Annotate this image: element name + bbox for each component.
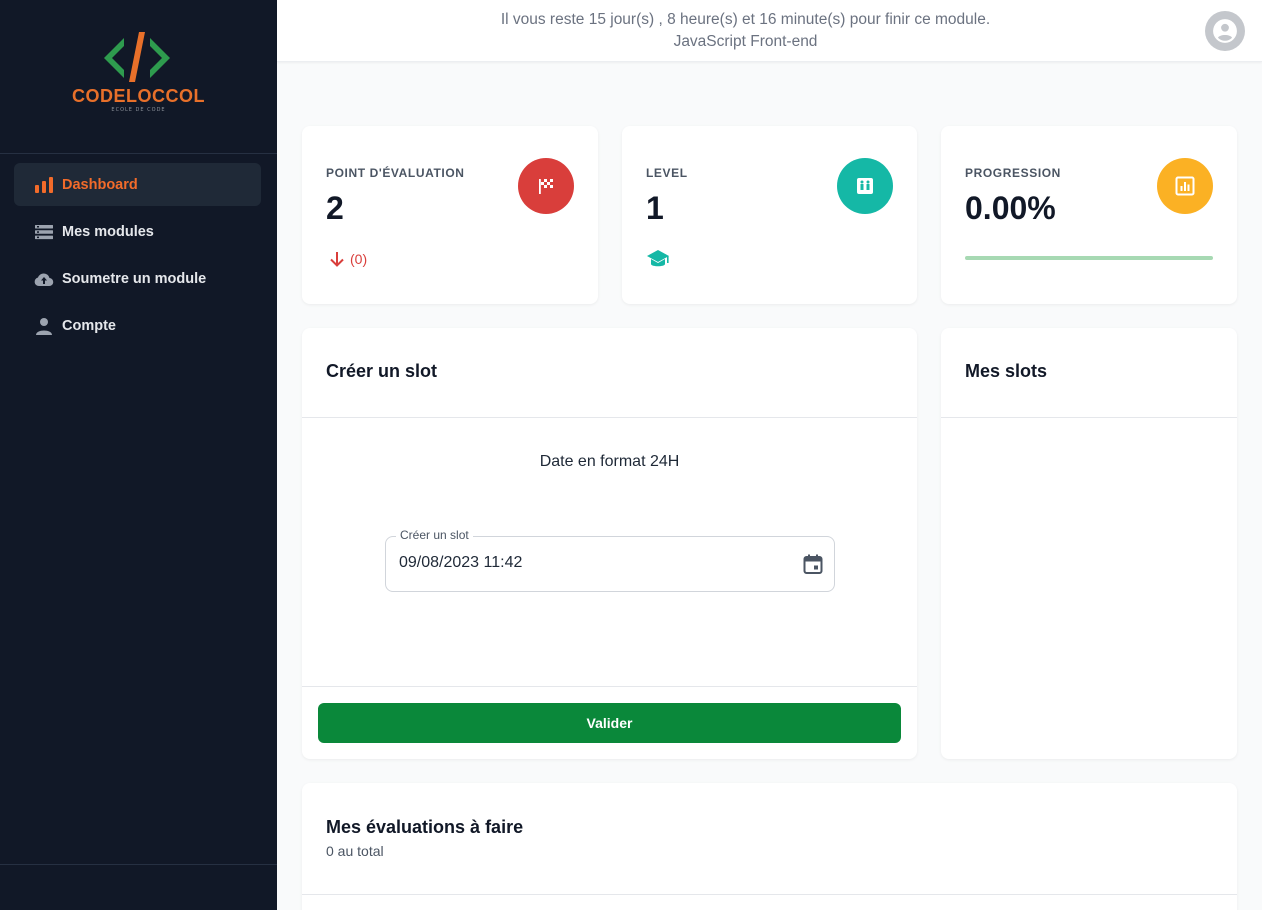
evaluation-delta: (0) [328,250,367,268]
date-format-hint: Date en format 24H [539,453,680,470]
chart-icon [1157,158,1213,214]
sidebar-item-label: Mes modules [62,223,154,240]
brand-name: CODELOCCOL [72,86,205,106]
user-avatar-button[interactable] [1205,11,1245,51]
card-divider [302,417,917,418]
stat-value: 2 [326,190,344,226]
top-header: Il vous reste 15 jour(s) , 8 heure(s) et… [277,0,1262,62]
slot-field-label: Créer un slot [396,528,473,542]
my-slots-title: Mes slots [965,361,1048,381]
sidebar-item-label: Soumetre un module [62,270,207,287]
countdown-text: Il vous reste 15 jour(s) , 8 heure(s) et… [500,11,991,28]
create-slot-title: Créer un slot [326,361,438,381]
flag-icon [518,158,574,214]
sidebar-item-mes-modules[interactable]: Mes modules [14,210,261,253]
code-logo-icon [104,32,170,82]
validate-button[interactable]: Valider [318,703,901,743]
sidebar-item-soumetre-module[interactable]: Soumetre un module [14,257,261,300]
sidebar-item-compte[interactable]: Compte [14,304,261,347]
brand-subtitle: ECOLE DE CODE [111,107,166,113]
card-divider [302,894,1237,895]
sidebar-item-label: Dashboard [62,176,138,193]
stat-label: LEVEL [646,166,688,180]
evaluations-title: Mes évaluations à faire [326,817,524,837]
brand-logo[interactable]: CODELOCCOL ECOLE DE CODE [0,0,277,154]
stat-label: PROGRESSION [965,166,1061,180]
cloud-upload-icon [34,270,54,288]
module-name: JavaScript Front-end [673,33,818,50]
stat-value: 0.00% [965,190,1056,226]
create-slot-card: Créer un slot Date en format 24H Créer u… [302,328,917,759]
sidebar-nav: Dashboard Mes modules Soumetre un module… [14,163,261,351]
card-divider [302,686,917,687]
module-timer: Il vous reste 15 jour(s) , 8 heure(s) et… [277,9,1214,53]
list-icon [34,223,54,241]
stat-value: 1 [646,190,664,226]
sidebar-item-dashboard[interactable]: Dashboard [14,163,261,206]
evaluations-count: 0 au total [326,843,384,859]
sidebar-divider [0,864,277,865]
calendar-icon[interactable] [802,553,824,575]
stat-card-progression: PROGRESSION 0.00% [941,126,1237,304]
card-divider [941,417,1237,418]
slot-field-value: 09/08/2023 11:42 [399,554,523,571]
sidebar-item-label: Compte [62,317,116,334]
stat-label: POINT D'ÉVALUATION [326,166,465,180]
my-slots-card: Mes slots [941,328,1237,759]
user-icon [34,317,54,335]
account-circle-icon [1213,19,1237,43]
sidebar: CODELOCCOL ECOLE DE CODE Dashboard Mes m… [0,0,277,910]
delta-text: (0) [350,251,368,267]
elevator-icon [837,158,893,214]
arrow-down-icon [330,252,344,267]
stat-card-evaluation: POINT D'ÉVALUATION 2 (0) [302,126,598,304]
progression-bar [965,256,1213,260]
slot-datetime-input[interactable]: Créer un slot 09/08/2023 11:42 [385,528,835,592]
evaluations-card: Mes évaluations à faire 0 au total [302,783,1237,910]
bar-chart-icon [34,176,54,194]
graduation-cap-icon [647,250,669,267]
stat-card-level: LEVEL 1 [622,126,917,304]
